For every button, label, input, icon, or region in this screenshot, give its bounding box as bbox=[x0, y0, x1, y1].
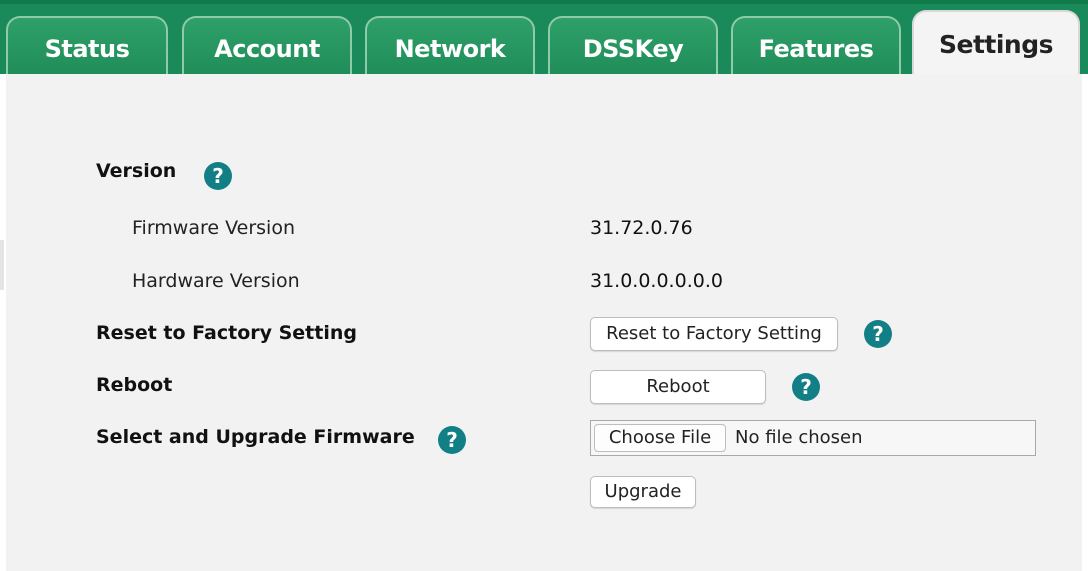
reset-help-icon[interactable]: ? bbox=[864, 320, 892, 348]
hardware-version-label: Hardware Version bbox=[132, 270, 300, 292]
reset-factory-button[interactable]: Reset to Factory Setting bbox=[590, 317, 838, 351]
upgrade-help-icon[interactable]: ? bbox=[438, 426, 466, 454]
tab-settings[interactable]: Settings bbox=[912, 10, 1080, 80]
reboot-help-icon[interactable]: ? bbox=[792, 373, 820, 401]
tab-status[interactable]: Status bbox=[6, 16, 168, 78]
tab-bar: Status Account Network DSSKey Features S… bbox=[0, 0, 1088, 80]
reset-factory-label: Reset to Factory Setting bbox=[96, 322, 357, 344]
version-help-icon[interactable]: ? bbox=[204, 162, 232, 190]
hardware-version-value: 31.0.0.0.0.0.0 bbox=[590, 270, 723, 292]
left-edge-strip bbox=[0, 240, 4, 290]
upgrade-button[interactable]: Upgrade bbox=[590, 476, 696, 508]
version-heading: Version bbox=[96, 160, 177, 182]
reboot-button[interactable]: Reboot bbox=[590, 370, 766, 404]
upgrade-firmware-label: Select and Upgrade Firmware bbox=[96, 426, 415, 448]
firmware-version-value: 31.72.0.76 bbox=[590, 217, 693, 239]
tab-account[interactable]: Account bbox=[182, 16, 352, 78]
choose-file-button[interactable]: Choose File bbox=[594, 424, 726, 452]
tab-network[interactable]: Network bbox=[365, 16, 535, 78]
firmware-version-label: Firmware Version bbox=[132, 217, 295, 239]
reboot-label: Reboot bbox=[96, 374, 173, 396]
file-status-text: No file chosen bbox=[735, 427, 863, 448]
tab-dsskey[interactable]: DSSKey bbox=[548, 16, 718, 78]
tab-features[interactable]: Features bbox=[731, 16, 901, 78]
firmware-file-input[interactable]: Choose File No file chosen bbox=[590, 420, 1036, 456]
